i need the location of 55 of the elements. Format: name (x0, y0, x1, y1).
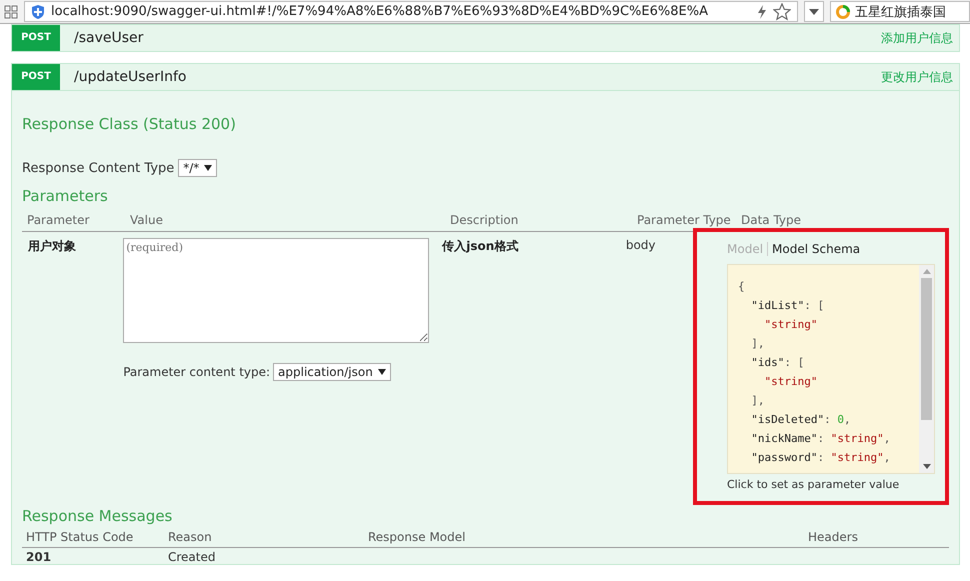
code-line: "string" (764, 374, 818, 390)
field-label: Parameter content type: (123, 365, 270, 379)
lightning-icon[interactable] (757, 4, 767, 18)
column-header: Description (449, 213, 520, 227)
content-type-select[interactable]: */* (178, 159, 218, 177)
operation-header[interactable]: POST /updateUserInfo 更改用户信息 (11, 63, 960, 91)
operation-header[interactable]: POST /saveUser 添加用户信息 (11, 24, 960, 52)
endpoint-path[interactable]: /saveUser (74, 30, 144, 46)
column-header: HTTP Status Code (25, 530, 134, 544)
scrollbar-thumb[interactable] (921, 278, 932, 420)
method-badge: POST (12, 64, 60, 90)
schema-code-box[interactable]: { "idList": [ "string" ], "ids": [ "string" ], "isDeleted": 0, "nickName": "string", "password": "string", (727, 264, 935, 474)
parameter-description: 传入json格式 (442, 239, 518, 253)
caret-icon (809, 8, 819, 14)
code-line: "nickName": "string", (751, 431, 890, 447)
column-header: Parameter Type (636, 213, 732, 227)
model-tab[interactable]: Model Schema (767, 242, 864, 256)
column-header: Parameter (26, 213, 90, 227)
ring-logo-icon (835, 4, 851, 20)
method-badge: POST (12, 24, 60, 50)
caret-icon (378, 369, 386, 375)
parameter-name: 用户对象 (28, 239, 76, 253)
column-header: Reason (168, 530, 213, 544)
code-line: ], (751, 336, 764, 352)
code-line: "isDeleted": 0, (751, 412, 851, 428)
code-line: ], (751, 393, 764, 409)
code-line: "ids": [ (751, 355, 804, 371)
value-input[interactable]: (required) (123, 238, 430, 343)
scroll-down-icon[interactable] (922, 464, 930, 469)
shield-icon (31, 4, 45, 20)
section-title: Response Class (Status 200) (22, 115, 237, 133)
schema-hint: Click to set as parameter value (727, 478, 900, 491)
column-header: Headers (808, 530, 859, 544)
address-field[interactable]: localhost:9090/swagger-ui.html#!/%E7%94%A8%E6%88%B7%E6%93%8D%E4%BD%9C%E6%8E%A (24, 1, 798, 22)
content-type-select[interactable]: application/json (273, 363, 391, 381)
scrollbar[interactable] (919, 265, 934, 473)
code-line: "string" (764, 317, 818, 333)
search-field[interactable]: 五星红旗插泰国 (830, 1, 970, 22)
column-header: Response Model (368, 530, 466, 544)
code-line: "idList": [ (751, 298, 824, 314)
code-line: "password": "string", (751, 450, 890, 466)
column-header: Data Type (740, 213, 802, 227)
caret-icon (204, 165, 212, 171)
field-label: Response Content Type (22, 160, 174, 176)
section-title: Response Messages (22, 507, 174, 525)
parameter-type: body (626, 238, 656, 252)
code-line: { (738, 279, 745, 295)
column-header: Value (129, 213, 164, 227)
apps-grid-icon[interactable] (4, 4, 18, 18)
endpoint-path[interactable]: /updateUserInfo (74, 69, 186, 85)
table-cell: Created (168, 550, 216, 564)
table-cell: 201 (26, 550, 52, 564)
section-title: Parameters (22, 187, 109, 205)
dropdown-button[interactable] (804, 1, 824, 22)
star-icon[interactable] (773, 2, 791, 20)
